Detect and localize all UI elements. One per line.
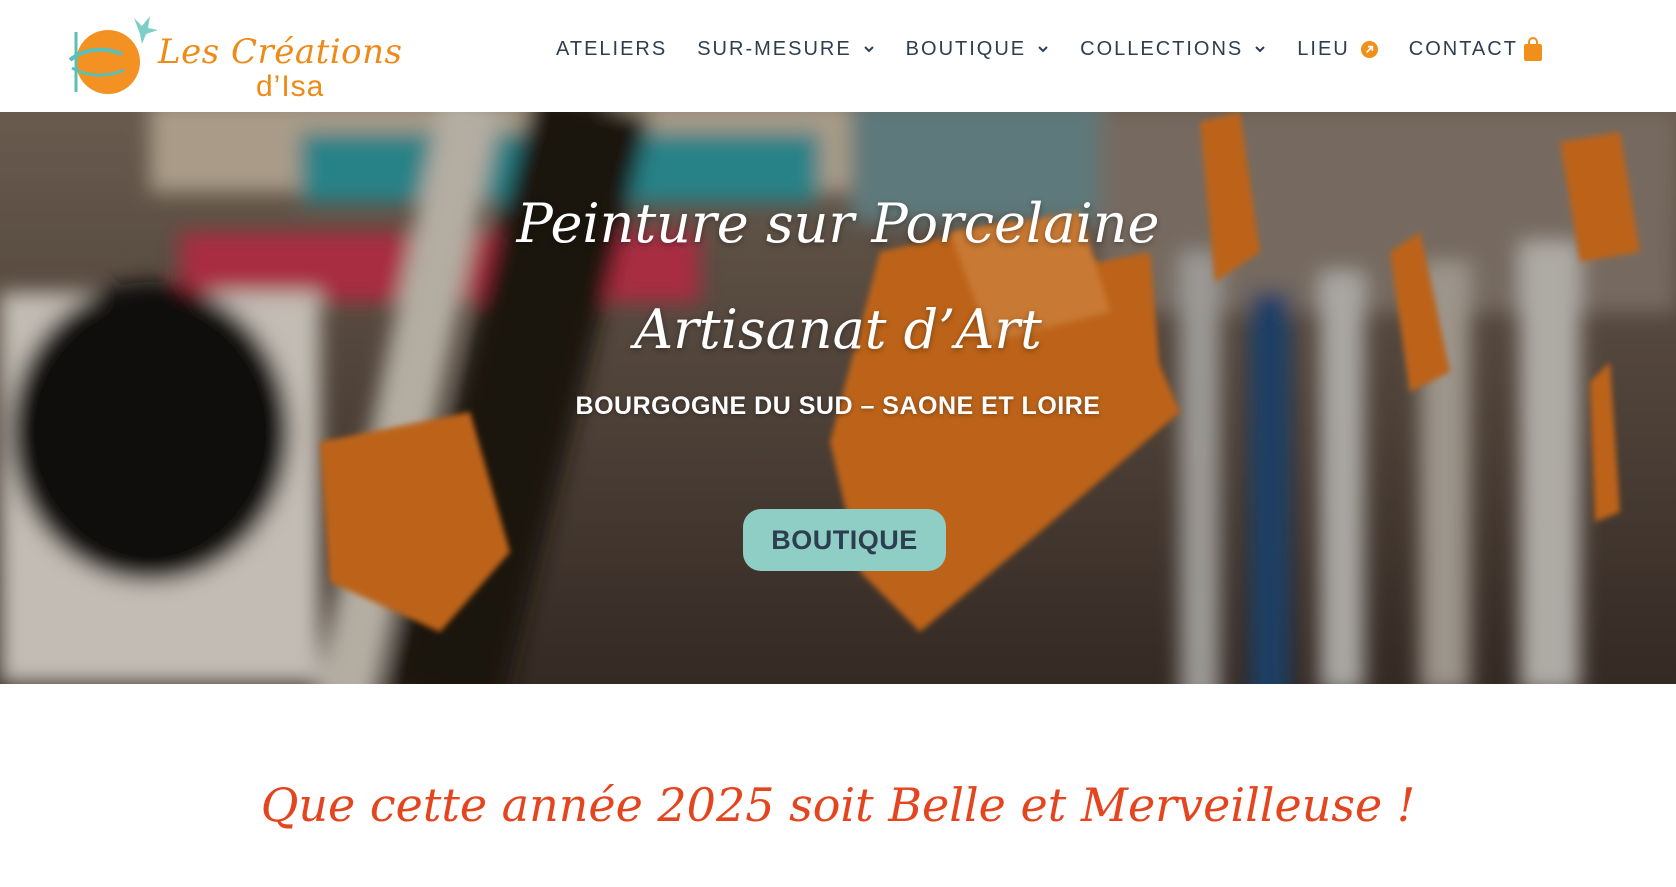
nav-item-label: LIEU [1297,37,1350,60]
nav-item-sur-mesure[interactable]: SUR-MESURE [697,38,875,61]
hero-title: Peinture sur Porcelaine [516,192,1160,255]
shopping-bag-icon[interactable] [1522,36,1544,62]
external-link-icon [1360,40,1378,58]
site-header: Les Créations d’Isa ATELIERS SUR-MESURE … [0,0,1676,112]
logo-text-line1: Les Créations [158,32,403,72]
nav-item-lieu[interactable]: LIEU [1297,38,1378,61]
boutique-button[interactable]: BOUTIQUE [743,509,946,571]
nav-item-collections[interactable]: COLLECTIONS [1080,38,1267,61]
nav-item-ateliers[interactable]: ATELIERS [556,38,667,61]
site-logo[interactable]: Les Créations d’Isa [58,6,402,106]
nav-item-boutique[interactable]: BOUTIQUE [906,38,1050,61]
chevron-down-icon [1255,46,1265,53]
hero-subtitle: BOURGOGNE DU SUD – SAONE ET LOIRE [575,392,1101,420]
hero-banner: Peinture sur Porcelaine Artisanat d’Art … [0,112,1676,684]
chevron-down-icon [1038,46,1048,53]
nav-item-label: CONTACT [1408,37,1518,60]
logo-emblem-icon [68,16,158,94]
main-nav: ATELIERS SUR-MESURE BOUTIQUE COLLECTIONS… [556,34,1572,64]
hero-title-secondary: Artisanat d’Art [634,298,1042,361]
nav-item-label: ATELIERS [556,37,668,60]
logo-text-line2: d’Isa [256,70,325,103]
chevron-down-icon [863,46,874,53]
greeting-heading: Que cette année 2025 soit Belle et Merve… [260,778,1416,832]
nav-item-label: COLLECTIONS [1080,37,1244,60]
nav-item-label: SUR-MESURE [697,37,852,60]
nav-item-label: BOUTIQUE [905,37,1027,60]
